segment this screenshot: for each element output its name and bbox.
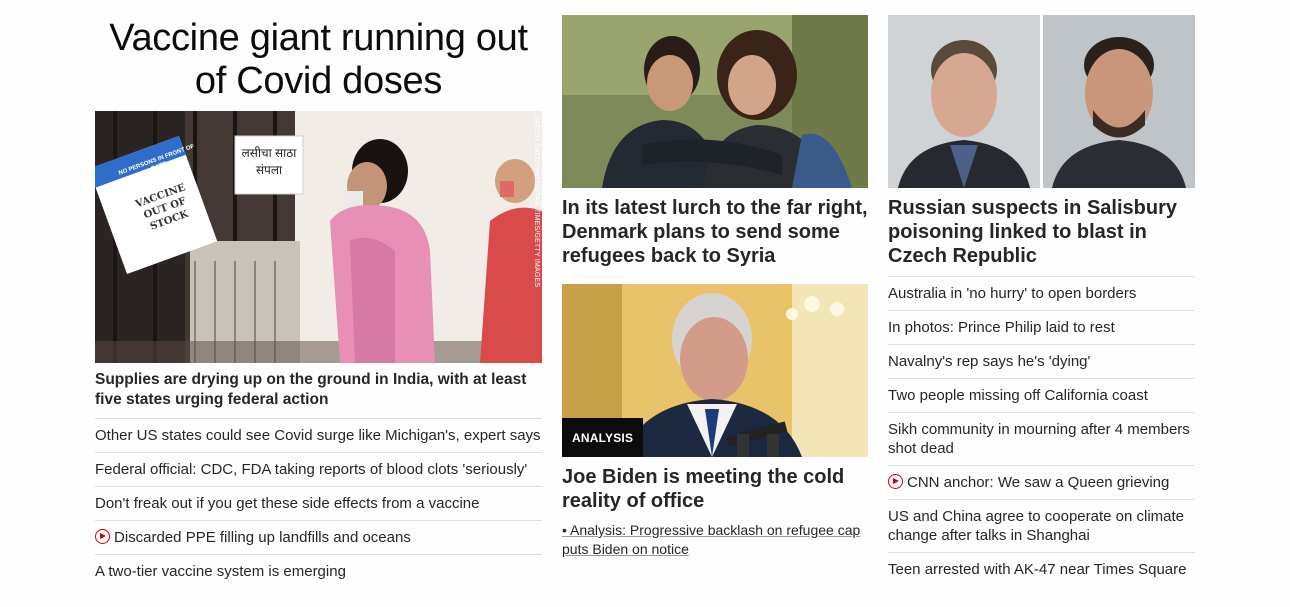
- video-play-icon: [95, 529, 110, 544]
- list-item: Navalny's rep says he's 'dying': [888, 344, 1195, 378]
- story-link[interactable]: In photos: Prince Philip laid to rest: [888, 319, 1115, 336]
- analysis-badge: ANALYSIS: [562, 418, 644, 457]
- hindi-sign: लसीचा साठा संपला: [241, 146, 297, 177]
- list-item: Australia in 'no hurry' to open borders: [888, 276, 1195, 310]
- lead-story-column: Vaccine giant running out of Covid doses: [95, 15, 542, 588]
- list-item: Teen arrested with AK-47 near Times Squa…: [888, 552, 1195, 586]
- russian-suspects-photo: [888, 15, 1195, 188]
- biden-story-headline[interactable]: Joe Biden is meeting the cold reality of…: [562, 465, 868, 513]
- lead-related-links: Other US states could see Covid surge li…: [95, 418, 542, 588]
- biden-analysis-link[interactable]: • Analysis: Progressive backlash on refu…: [562, 521, 868, 559]
- story-link[interactable]: Teen arrested with AK-47 near Times Squa…: [888, 561, 1187, 578]
- list-item: A two-tier vaccine system is emerging: [95, 554, 542, 588]
- india-vaccine-photo: [95, 111, 542, 363]
- related-link[interactable]: Federal official: CDC, FDA taking report…: [95, 461, 527, 478]
- related-link[interactable]: Discarded PPE filling up landfills and o…: [114, 529, 411, 546]
- russian-suspects-headline[interactable]: Russian suspects in Salisbury poisoning …: [888, 196, 1195, 268]
- video-play-icon: [888, 474, 903, 489]
- list-item: Two people missing off California coast: [888, 378, 1195, 412]
- secondary-stories-column: In its latest lurch to the far right, De…: [562, 15, 868, 559]
- denmark-couple-image[interactable]: [562, 15, 868, 188]
- biden-image[interactable]: ANALYSIS: [562, 284, 868, 457]
- story-link[interactable]: Navalny's rep says he's 'dying': [888, 353, 1090, 370]
- denmark-story-headline[interactable]: In its latest lurch to the far right, De…: [562, 196, 868, 268]
- list-item: CNN anchor: We saw a Queen grieving: [888, 465, 1195, 499]
- more-top-stories-links: Australia in 'no hurry' to open borders …: [888, 276, 1195, 586]
- related-link[interactable]: A two-tier vaccine system is emerging: [95, 563, 346, 580]
- list-item: Other US states could see Covid surge li…: [95, 418, 542, 452]
- related-link[interactable]: Other US states could see Covid surge li…: [95, 427, 541, 444]
- story-link[interactable]: Two people missing off California coast: [888, 387, 1148, 404]
- list-item: In photos: Prince Philip laid to rest: [888, 310, 1195, 344]
- list-item: US and China agree to cooperate on clima…: [888, 499, 1195, 552]
- tertiary-stories-column: Russian suspects in Salisbury poisoning …: [888, 15, 1195, 586]
- india-vaccine-image[interactable]: NO PERSONS IN FRONT OF GATE VACCINE OUT …: [95, 111, 542, 363]
- related-link[interactable]: Don't freak out if you get these side ef…: [95, 495, 479, 512]
- story-link[interactable]: US and China agree to cooperate on clima…: [888, 508, 1184, 544]
- image-credit: SATISH BATE/HINDUSTAN TIMES/GETTY IMAGES: [533, 115, 540, 288]
- banner-headline-link[interactable]: Vaccine giant running out of Covid doses: [95, 15, 542, 111]
- list-item: Don't freak out if you get these side ef…: [95, 486, 542, 520]
- denmark-couple-photo: [562, 15, 868, 188]
- story-link[interactable]: CNN anchor: We saw a Queen grieving: [907, 474, 1169, 491]
- list-item: Sikh community in mourning after 4 membe…: [888, 412, 1195, 465]
- story-link[interactable]: Australia in 'no hurry' to open borders: [888, 285, 1136, 302]
- story-link[interactable]: Sikh community in mourning after 4 membe…: [888, 421, 1190, 457]
- list-item: Federal official: CDC, FDA taking report…: [95, 452, 542, 486]
- list-item: Discarded PPE filling up landfills and o…: [95, 520, 542, 554]
- russian-suspects-image[interactable]: [888, 15, 1195, 188]
- lead-story-headline[interactable]: Supplies are drying up on the ground in …: [95, 370, 542, 410]
